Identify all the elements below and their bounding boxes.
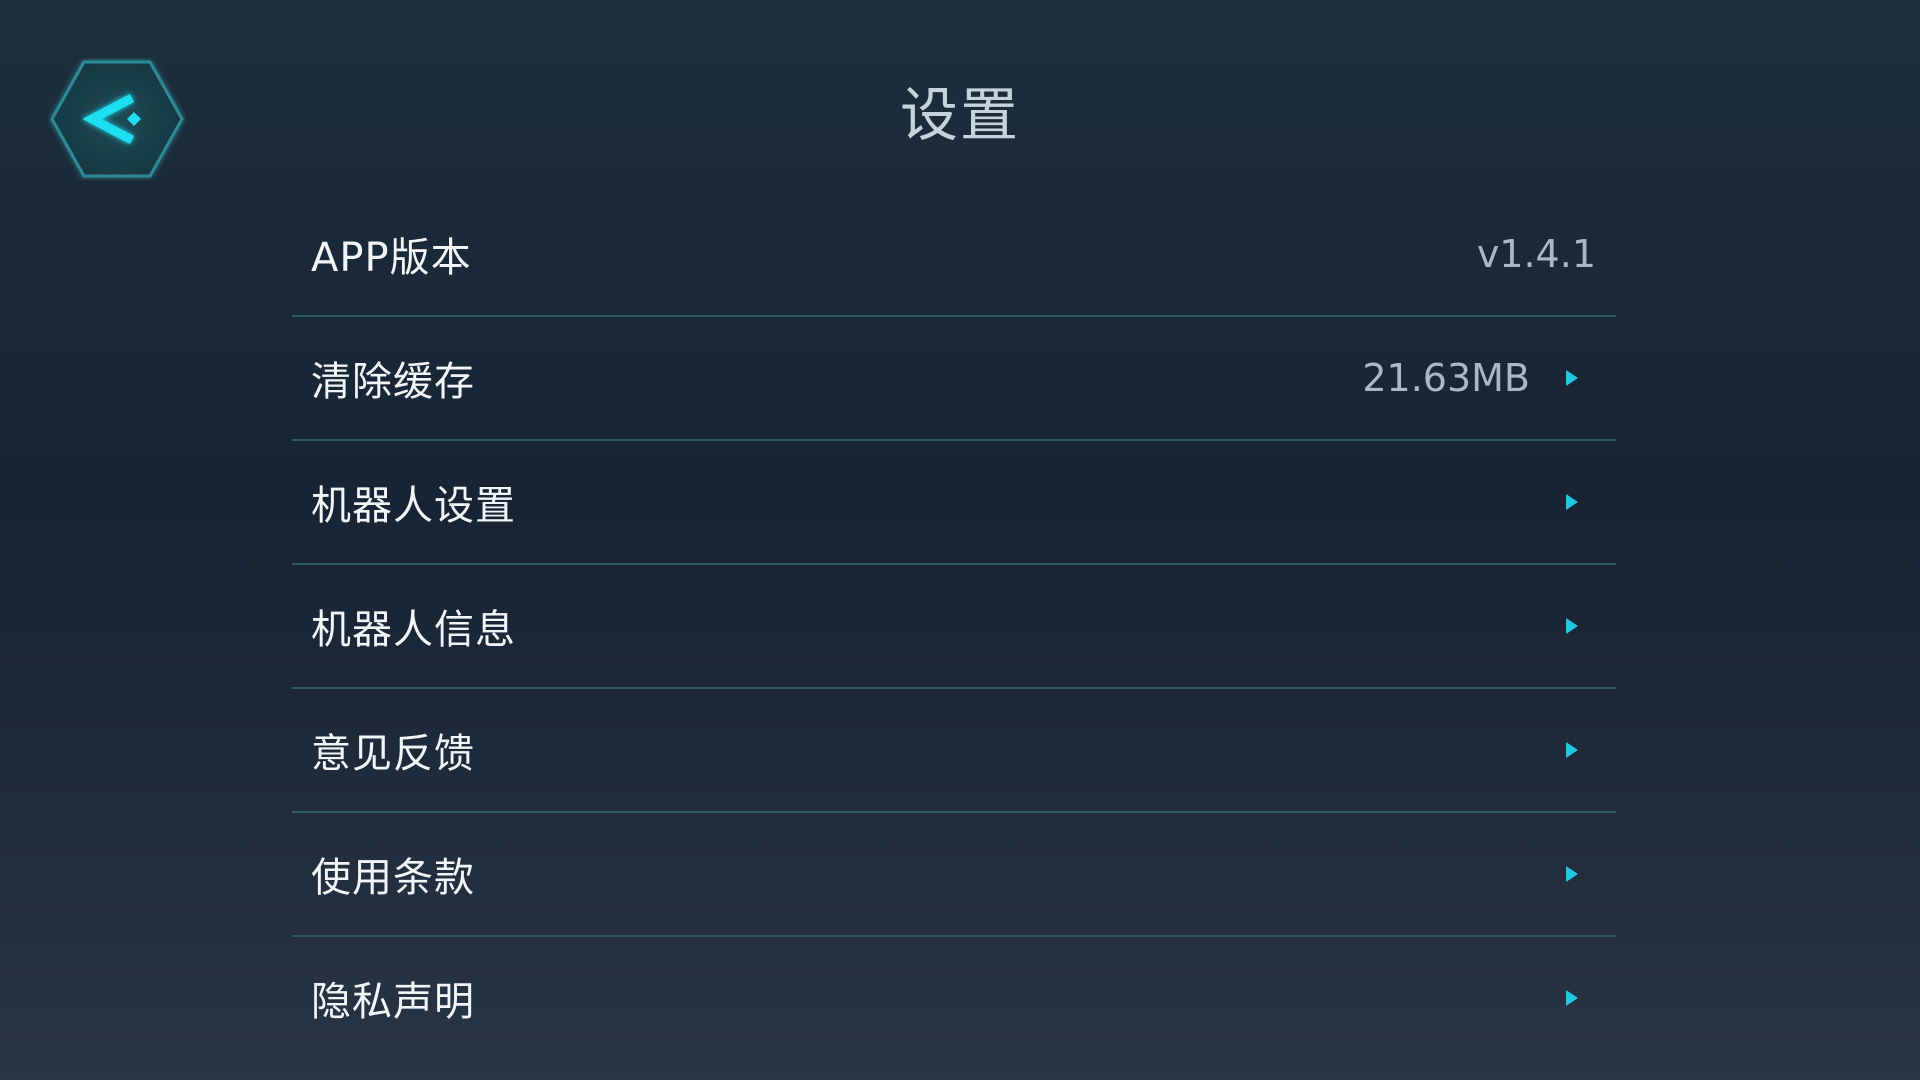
row-label: 隐私声明 [311,979,475,1025]
settings-row-feedback[interactable]: 意见反馈 [292,689,1616,813]
row-label: 清除缓存 [311,359,475,405]
settings-row-robot-settings[interactable]: 机器人设置 [292,441,1616,565]
chevron-right-icon [1564,616,1580,636]
row-label: APP版本 [311,235,472,281]
settings-row-terms-of-use[interactable]: 使用条款 [292,813,1616,937]
row-label: 意见反馈 [311,731,475,777]
chevron-right-icon [1564,864,1580,884]
chevron-right-icon [1564,368,1580,388]
chevron-right-icon [1564,988,1580,1008]
page-title: 设置 [899,81,1020,149]
chevron-right-icon [1564,740,1580,760]
settings-row-clear-cache[interactable]: 清除缓存 21.63MB [292,317,1616,441]
row-label: 使用条款 [311,855,475,901]
settings-row-app-version: APP版本 v1.4.1 [292,193,1616,317]
settings-row-privacy-statement[interactable]: 隐私声明 [292,937,1616,1059]
row-label: 机器人设置 [311,483,516,529]
chevron-right-icon [1564,492,1580,512]
settings-row-robot-info[interactable]: 机器人信息 [292,565,1616,689]
cache-size-value: 21.63MB [1362,356,1530,400]
settings-list: APP版本 v1.4.1 清除缓存 21.63MB 机器人设置 机器人信息 意见… [292,193,1616,1059]
app-version-value: v1.4.1 [1476,232,1596,276]
row-label: 机器人信息 [311,607,516,653]
